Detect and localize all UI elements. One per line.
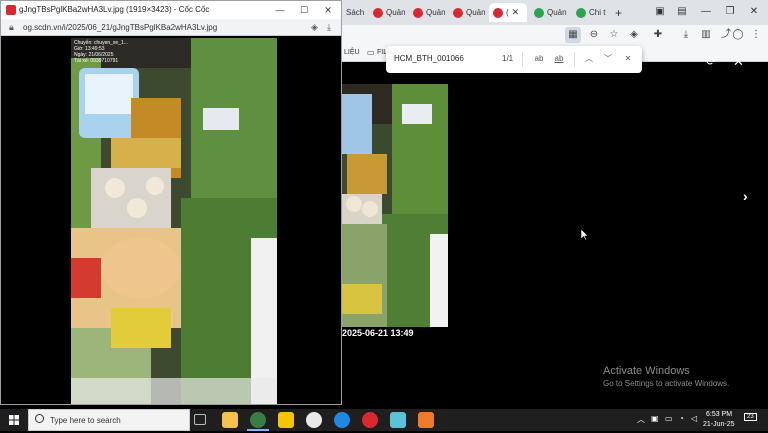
- start-button[interactable]: [0, 409, 28, 431]
- popup-url[interactable]: og.scdn.vn/i/2025/06_21/gJngTBsPglKBa2wH…: [23, 23, 217, 32]
- shield-icon[interactable]: ◈: [311, 22, 318, 33]
- edge-icon[interactable]: [334, 412, 350, 428]
- tab-label: Quản: [466, 8, 486, 17]
- photo-stamp: Chuyến: chuyen_xe_1... Giờ: 13:49:53 Ngà…: [74, 40, 128, 64]
- coccoc-icon[interactable]: [250, 412, 266, 428]
- tab-active[interactable]: ( ✕: [489, 3, 527, 22]
- delivery-photo-preview[interactable]: [342, 84, 448, 327]
- whole-word-button[interactable]: ab: [552, 52, 566, 66]
- find-next-icon[interactable]: ﹀: [601, 52, 615, 66]
- sticky-notes-icon[interactable]: [278, 412, 294, 428]
- mouse-cursor-icon: [581, 229, 589, 240]
- tab-label: (: [506, 8, 509, 17]
- tab-label: Quản: [426, 8, 446, 17]
- delivery-photo[interactable]: [71, 38, 277, 404]
- tab-sach[interactable]: Sách: [342, 3, 366, 22]
- favicon-icon: [413, 7, 423, 18]
- tab-chi-tiet[interactable]: Chi t: [572, 3, 608, 22]
- volume-icon[interactable]: ◁: [691, 414, 697, 423]
- star-icon[interactable]: ☆: [606, 27, 622, 43]
- rotate-icon[interactable]: ⟳: [706, 54, 716, 68]
- extensions-icon[interactable]: ✚: [650, 27, 666, 43]
- divider: [522, 52, 523, 67]
- match-case-button[interactable]: ab: [532, 52, 546, 66]
- notification-icon[interactable]: 23: [744, 413, 757, 421]
- mail-icon[interactable]: [362, 412, 378, 428]
- favicon-icon: [534, 7, 544, 18]
- popup-title-bar[interactable]: gJngTBsPglKBa2wHA3Lv.jpg (1919×3423) - C…: [1, 1, 341, 19]
- tab-quan-3[interactable]: Quản: [449, 3, 487, 22]
- tabs-icon[interactable]: ▤: [672, 4, 692, 20]
- folder-icon: ▭: [367, 48, 375, 57]
- next-arrow-icon[interactable]: ›: [743, 188, 748, 204]
- app-icon[interactable]: [418, 412, 434, 428]
- find-input[interactable]: HCM_BTH_001066: [394, 54, 494, 63]
- activate-windows-title: Activate Windows: [603, 365, 690, 377]
- download-icon[interactable]: ⤓: [678, 27, 694, 43]
- photo-timestamp: 2025-06-21 13:49: [342, 328, 414, 338]
- popup-minimize-icon[interactable]: —: [271, 3, 289, 17]
- search-placeholder: Type here to search: [50, 416, 121, 425]
- groceries-image: [342, 84, 448, 327]
- popup-maximize-icon[interactable]: ☐: [295, 3, 313, 17]
- new-tab-button[interactable]: +: [611, 3, 627, 22]
- tab-search-icon[interactable]: ▣: [650, 4, 670, 20]
- file-explorer-icon[interactable]: [222, 412, 238, 428]
- close-tab-icon[interactable]: ✕: [512, 7, 520, 18]
- zoom-icon[interactable]: ⊖: [586, 27, 602, 43]
- windows-icon: [9, 415, 19, 425]
- tab-label: Sách: [346, 8, 365, 17]
- favicon-icon: [493, 7, 503, 18]
- lock-icon: 🔒︎: [9, 22, 14, 32]
- viewer-close-icon[interactable]: ✕: [733, 54, 744, 70]
- tab-quan-2[interactable]: Quản: [409, 3, 447, 22]
- stamp-line: Tài xế: 0939710791: [74, 58, 119, 64]
- bookmark-item[interactable]: LIỆU: [344, 49, 360, 56]
- sidebar-icon[interactable]: ▥: [698, 27, 714, 43]
- find-close-icon[interactable]: ✕: [621, 52, 635, 66]
- find-previous-icon[interactable]: ︿: [582, 52, 596, 66]
- tray-icon[interactable]: ▣: [651, 414, 659, 423]
- chevron-up-icon[interactable]: ︿: [637, 414, 645, 425]
- reader-icon[interactable]: ▦: [565, 27, 581, 43]
- popup-close-icon[interactable]: ✕: [319, 3, 337, 17]
- taskbar-search[interactable]: Type here to search: [28, 409, 190, 431]
- divider: [574, 52, 575, 67]
- favicon-icon: [453, 7, 463, 18]
- tab-label: Quản: [547, 8, 567, 17]
- app-icon[interactable]: [390, 412, 406, 428]
- tab-quan-1[interactable]: Quản: [369, 3, 407, 22]
- shield-icon[interactable]: ◈: [626, 27, 642, 43]
- image-popup-window: gJngTBsPglKBa2wHA3Lv.jpg (1919×3423) - C…: [0, 0, 342, 405]
- restore-icon[interactable]: ❐: [720, 4, 740, 20]
- wifi-icon[interactable]: ◔: [679, 414, 684, 423]
- favicon-icon: [373, 7, 383, 18]
- favicon-icon: [576, 7, 586, 18]
- coccoc-favicon-icon: [6, 5, 16, 15]
- find-bar: HCM_BTH_001066 1/1 ab ab ︿ ﹀ ✕: [386, 46, 642, 73]
- menu-icon[interactable]: ⋮: [748, 27, 764, 43]
- battery-icon[interactable]: ▭: [665, 414, 673, 423]
- download-icon[interactable]: ⤓: [327, 22, 331, 33]
- app-icon[interactable]: [306, 412, 322, 428]
- task-view-icon[interactable]: [194, 414, 206, 425]
- find-match-count: 1/1: [502, 54, 514, 63]
- tab-quan-4[interactable]: Quản: [530, 3, 570, 22]
- clock-date[interactable]: 21-Jun-25: [703, 421, 735, 428]
- tab-label: Quản: [386, 8, 406, 17]
- close-icon[interactable]: ✕: [744, 4, 764, 20]
- clock-time[interactable]: 6:53 PM: [706, 411, 732, 418]
- activate-windows-subtitle: Go to Settings to activate Windows.: [603, 379, 730, 388]
- taskbar: Type here to search ︿ ▣ ▭ ◔ ◁ 6:53 PM 21…: [0, 409, 768, 431]
- tab-label: Chi t: [589, 8, 606, 17]
- groceries-image: [71, 38, 277, 404]
- popup-address-bar[interactable]: 🔒︎ og.scdn.vn/i/2025/06_21/gJngTBsPglKBa…: [1, 19, 341, 36]
- search-icon: [35, 414, 44, 423]
- popup-title: gJngTBsPglKBa2wHA3Lv.jpg (1919×3423) - C…: [19, 5, 210, 14]
- minimize-icon[interactable]: —: [696, 4, 716, 20]
- profile-icon[interactable]: ◯: [730, 27, 746, 43]
